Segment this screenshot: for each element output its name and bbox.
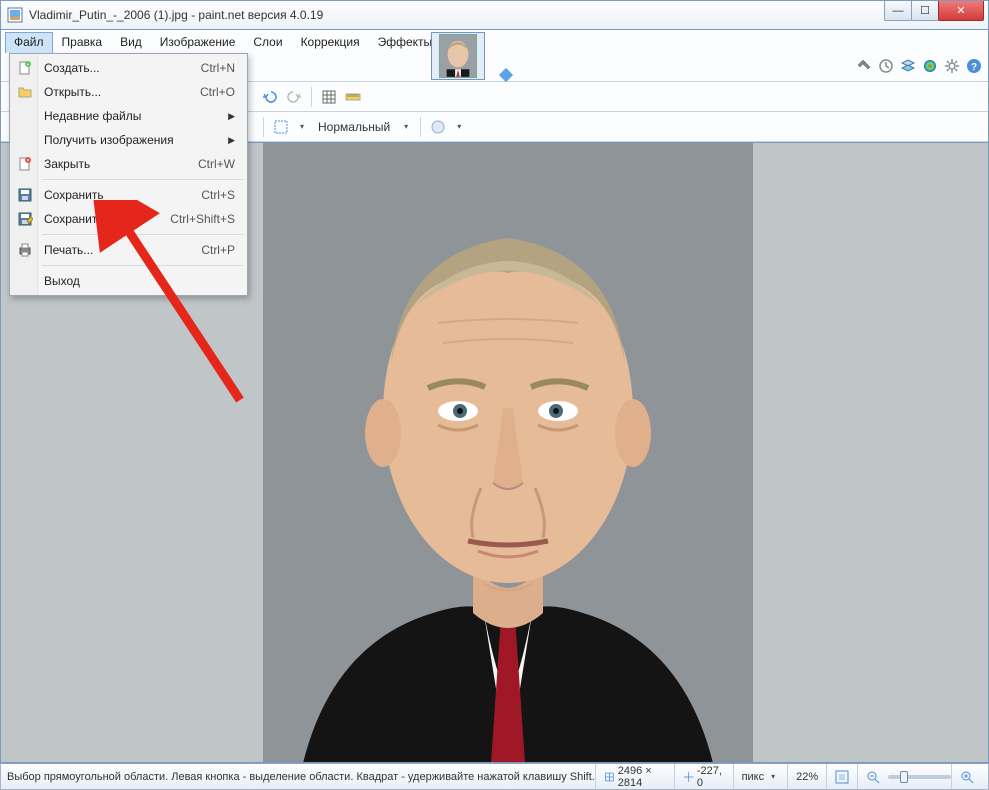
menu-item-label: Открыть... bbox=[44, 85, 101, 99]
save-icon bbox=[17, 187, 33, 203]
thumbnail-image bbox=[439, 34, 477, 78]
svg-text:×: × bbox=[27, 158, 30, 164]
menu-image[interactable]: Изображение bbox=[151, 32, 245, 53]
image-content bbox=[263, 143, 753, 763]
svg-text:+: + bbox=[27, 62, 30, 68]
cursor-pos-icon bbox=[683, 770, 694, 784]
menu-view[interactable]: Вид bbox=[111, 32, 151, 53]
status-cursor: -227, 0 bbox=[674, 764, 733, 789]
add-image-icon[interactable] bbox=[499, 68, 513, 82]
titlebar: Vladimir_Putin_-_2006 (1).jpg - paint.ne… bbox=[0, 0, 989, 30]
close-file-icon: × bbox=[17, 156, 33, 172]
menu-item-new[interactable]: + Создать... Ctrl+N bbox=[12, 56, 245, 80]
fit-window-icon bbox=[835, 770, 849, 784]
zoom-out-icon bbox=[866, 770, 880, 784]
menu-item-label: Получить изображения bbox=[44, 133, 174, 147]
menu-item-exit[interactable]: Выход bbox=[12, 269, 245, 293]
menu-item-print[interactable]: Печать... Ctrl+P bbox=[12, 238, 245, 262]
antialias-dropdown[interactable]: ▾ bbox=[453, 122, 465, 131]
status-dimensions: 2496 × 2814 bbox=[595, 764, 674, 789]
menu-edit[interactable]: Правка bbox=[53, 32, 112, 53]
menu-item-label: Сохранить как... bbox=[44, 212, 134, 226]
help-icon[interactable]: ? bbox=[966, 58, 982, 74]
history-window-icon[interactable] bbox=[878, 58, 894, 74]
menu-item-shortcut: Ctrl+P bbox=[201, 243, 235, 257]
status-units[interactable]: пикс ▾ bbox=[733, 764, 788, 789]
zoom-in-button[interactable] bbox=[951, 764, 982, 789]
menu-item-shortcut: Ctrl+S bbox=[201, 188, 235, 202]
menu-item-shortcut: Ctrl+N bbox=[201, 61, 235, 75]
menu-item-save-as[interactable]: Сохранить как... Ctrl+Shift+S bbox=[12, 207, 245, 231]
menu-separator bbox=[42, 265, 243, 266]
menu-item-label: Печать... bbox=[44, 243, 93, 257]
menu-item-shortcut: Ctrl+O bbox=[200, 85, 235, 99]
window-controls: — ☐ ✕ bbox=[885, 1, 984, 21]
zoom-slider[interactable] bbox=[888, 775, 951, 779]
tools-window-icon[interactable] bbox=[856, 58, 872, 74]
antialias-icon[interactable] bbox=[429, 118, 447, 136]
statusbar: Выбор прямоугольной области. Левая кнопк… bbox=[0, 763, 989, 790]
menu-item-recent[interactable]: Недавние файлы ▶ bbox=[12, 104, 245, 128]
menu-layers[interactable]: Слои bbox=[244, 32, 291, 53]
new-file-icon: + bbox=[17, 60, 33, 76]
menu-item-label: Недавние файлы bbox=[44, 109, 141, 123]
menu-separator bbox=[42, 234, 243, 235]
thumbnail-strip bbox=[431, 32, 485, 80]
blend-mode-label[interactable]: Нормальный bbox=[314, 120, 394, 134]
document-thumbnail[interactable] bbox=[431, 32, 485, 80]
submenu-arrow-icon: ▶ bbox=[228, 111, 235, 122]
menu-item-label: Создать... bbox=[44, 61, 100, 75]
menu-item-acquire[interactable]: Получить изображения ▶ bbox=[12, 128, 245, 152]
window-title: Vladimir_Putin_-_2006 (1).jpg - paint.ne… bbox=[29, 8, 988, 22]
zoom-slider-handle[interactable] bbox=[900, 771, 908, 783]
menu-item-open[interactable]: Открыть... Ctrl+O bbox=[12, 80, 245, 104]
menu-item-label: Сохранить bbox=[44, 188, 104, 202]
undo-icon[interactable] bbox=[261, 88, 279, 106]
save-as-icon bbox=[17, 211, 33, 227]
menu-item-label: Закрыть bbox=[44, 157, 90, 171]
menu-file[interactable]: Файл bbox=[5, 32, 53, 53]
grid-icon[interactable] bbox=[320, 88, 338, 106]
minimize-button[interactable]: — bbox=[884, 1, 912, 21]
app-icon bbox=[7, 7, 23, 23]
status-zoom[interactable]: 22% bbox=[787, 764, 826, 789]
zoom-out-button[interactable] bbox=[857, 764, 888, 789]
dimensions-icon bbox=[604, 770, 615, 784]
settings-icon[interactable] bbox=[944, 58, 960, 74]
print-icon bbox=[17, 242, 33, 258]
file-menu-dropdown: + Создать... Ctrl+N Открыть... Ctrl+O Не… bbox=[9, 53, 248, 296]
menu-item-close[interactable]: × Закрыть Ctrl+W bbox=[12, 152, 245, 176]
blend-mode-dropdown[interactable]: ▾ bbox=[400, 122, 412, 131]
colors-window-icon[interactable] bbox=[922, 58, 938, 74]
zoom-fit-button[interactable] bbox=[826, 764, 857, 789]
menu-adjust[interactable]: Коррекция bbox=[292, 32, 369, 53]
status-hint: Выбор прямоугольной области. Левая кнопк… bbox=[7, 771, 595, 783]
maximize-button[interactable]: ☐ bbox=[911, 1, 939, 21]
selection-mode-icon[interactable] bbox=[272, 118, 290, 136]
open-file-icon bbox=[17, 84, 33, 100]
menu-item-label: Выход bbox=[44, 274, 80, 288]
open-image[interactable] bbox=[263, 143, 753, 763]
menubar: Файл Правка Вид Изображение Слои Коррекц… bbox=[1, 30, 445, 55]
close-button[interactable]: ✕ bbox=[938, 1, 984, 21]
layers-window-icon[interactable] bbox=[900, 58, 916, 74]
utility-icons: ? bbox=[856, 58, 982, 74]
menu-separator bbox=[42, 179, 243, 180]
submenu-arrow-icon: ▶ bbox=[228, 135, 235, 146]
svg-text:?: ? bbox=[971, 62, 977, 73]
selection-mode-dropdown[interactable]: ▾ bbox=[296, 122, 308, 131]
ruler-icon[interactable] bbox=[344, 88, 362, 106]
redo-icon[interactable] bbox=[285, 88, 303, 106]
menu-item-shortcut: Ctrl+Shift+S bbox=[170, 212, 235, 226]
menu-item-shortcut: Ctrl+W bbox=[198, 157, 235, 171]
zoom-in-icon bbox=[960, 770, 974, 784]
menu-item-save[interactable]: Сохранить Ctrl+S bbox=[12, 183, 245, 207]
